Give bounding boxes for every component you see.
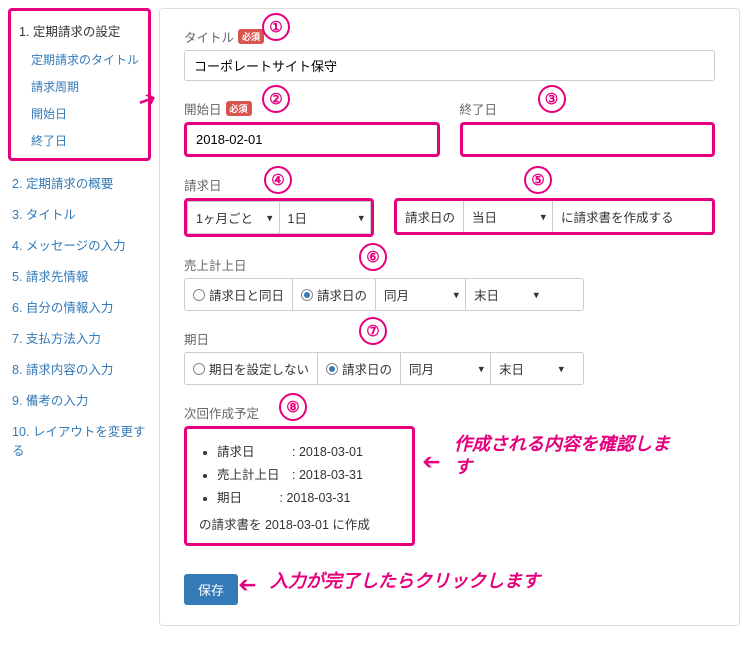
nav-item-8[interactable]: 8. 請求内容の入力 — [8, 353, 151, 384]
nav-item-9[interactable]: 9. 備考の入力 — [8, 384, 151, 415]
marker-2: ② — [262, 85, 290, 113]
nav-item-4[interactable]: 4. メッセージの入力 — [8, 229, 151, 260]
sales-month-select[interactable]: 同月 — [375, 279, 465, 310]
arrow-icon: ➔ — [238, 572, 256, 598]
billing-date-label: 請求日 — [184, 175, 222, 194]
required-badge: 必須 — [238, 29, 264, 44]
title-label: タイトル — [184, 27, 234, 46]
main-form: ➔ ① タイトル 必須 ② 開始日 必須 ③ 終了日 — [159, 8, 740, 626]
marker-5: ⑤ — [524, 166, 552, 194]
marker-8: ⑧ — [279, 393, 307, 421]
next-sales-row: 売上計上日 : 2018-03-31 — [217, 462, 400, 485]
marker-3: ③ — [538, 85, 566, 113]
radio-icon — [326, 363, 338, 375]
nav-sub-start[interactable]: 開始日 — [29, 100, 144, 127]
nav-item-10[interactable]: 10. レイアウトを変更する — [8, 415, 151, 465]
sales-same-day-radio[interactable]: 請求日と同日 — [185, 279, 292, 310]
end-date-label: 終了日 — [460, 99, 498, 118]
due-day-select[interactable]: 末日 — [490, 353, 570, 384]
arrow-icon: ➔ — [422, 449, 440, 475]
next-schedule-box: 請求日 : 2018-03-01 売上計上日 : 2018-03-31 期日 :… — [187, 429, 412, 543]
radio-icon — [193, 289, 205, 301]
nav-item-7[interactable]: 7. 支払方法入力 — [8, 322, 151, 353]
radio-icon — [193, 363, 205, 375]
marker-4: ④ — [264, 166, 292, 194]
marker-7: ⑦ — [359, 317, 387, 345]
next-schedule-label: 次回作成予定 — [184, 403, 259, 422]
nav-item-5[interactable]: 5. 請求先情報 — [8, 260, 151, 291]
next-billing-row: 請求日 : 2018-03-01 — [217, 439, 400, 462]
next-footer: の請求書を 2018-03-01 に作成 — [199, 514, 400, 533]
nav-item-3[interactable]: 3. タイトル — [8, 198, 151, 229]
due-none-radio[interactable]: 期日を設定しない — [185, 353, 317, 384]
title-input[interactable] — [184, 50, 715, 81]
nav-item-2[interactable]: 2. 定期請求の概要 — [8, 167, 151, 198]
start-date-label: 開始日 — [184, 99, 222, 118]
sales-billing-day-radio[interactable]: 請求日の — [292, 279, 375, 310]
sales-date-label: 売上計上日 — [184, 255, 247, 274]
invoice-prefix: 請求日の — [397, 201, 463, 232]
annotation-click: 入力が完了したらクリックします — [270, 570, 540, 593]
next-due-row: 期日 : 2018-03-31 — [217, 485, 400, 508]
save-button[interactable]: 保存 — [184, 574, 238, 605]
end-date-input[interactable] — [463, 125, 713, 154]
nav-sub-end[interactable]: 終了日 — [29, 127, 144, 154]
sales-day-select[interactable]: 末日 — [465, 279, 545, 310]
billing-day-select[interactable]: 1日 — [280, 201, 372, 234]
due-date-label: 期日 — [184, 329, 209, 348]
invoice-timing-select[interactable]: 当日 — [463, 201, 553, 232]
radio-icon — [301, 289, 313, 301]
nav-section-1[interactable]: 1. 定期請求の設定 — [15, 15, 144, 46]
due-month-select[interactable]: 同月 — [400, 353, 490, 384]
sidebar-section-1-highlight: 1. 定期請求の設定 定期請求のタイトル 請求周期 開始日 終了日 — [8, 8, 151, 161]
sidebar: 1. 定期請求の設定 定期請求のタイトル 請求周期 開始日 終了日 2. 定期請… — [0, 0, 155, 634]
marker-1: ① — [262, 13, 290, 41]
required-badge: 必須 — [226, 101, 252, 116]
nav-sub-cycle[interactable]: 請求周期 — [29, 73, 144, 100]
invoice-suffix: に請求書を作成する — [553, 201, 682, 232]
nav-item-6[interactable]: 6. 自分の情報入力 — [8, 291, 151, 322]
marker-6: ⑥ — [359, 243, 387, 271]
start-date-input[interactable] — [187, 125, 437, 154]
annotation-confirm: 作成される内容を確認します — [454, 433, 674, 480]
due-billing-day-radio[interactable]: 請求日の — [317, 353, 400, 384]
nav-sub-title[interactable]: 定期請求のタイトル — [29, 46, 144, 73]
billing-cycle-select[interactable]: 1ヶ月ごと — [187, 201, 280, 234]
